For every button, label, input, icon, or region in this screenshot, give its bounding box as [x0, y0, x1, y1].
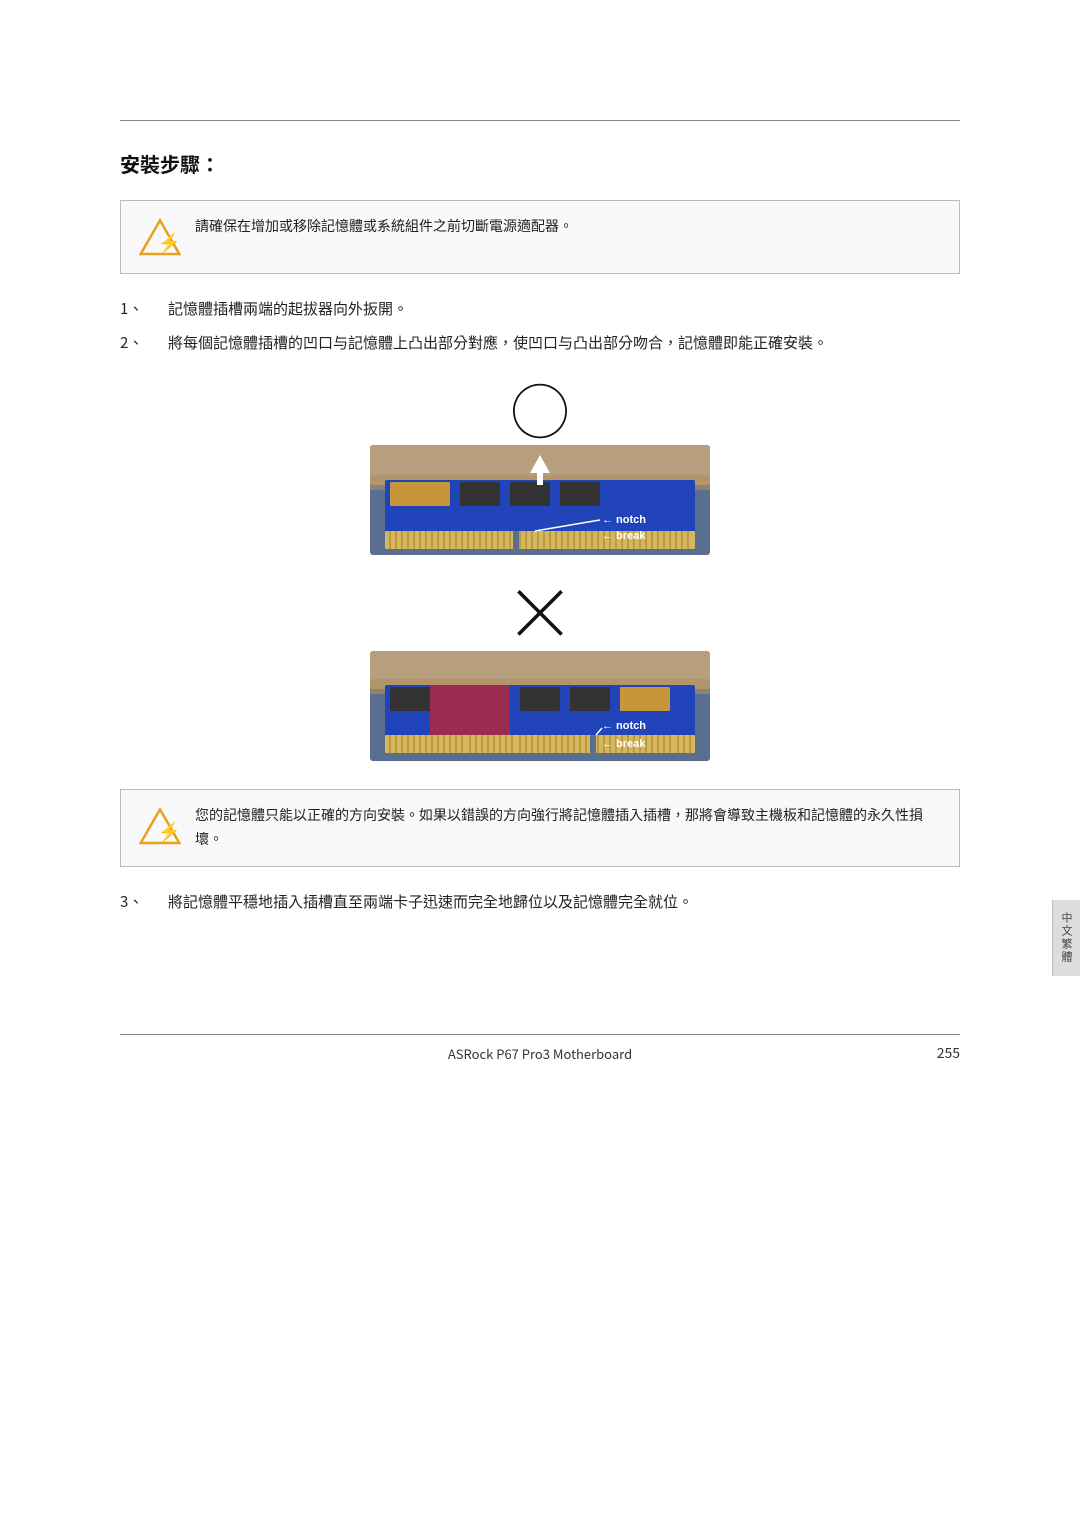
warning-icon-2: ⚡	[139, 806, 181, 848]
correct-image-block: ○	[120, 379, 960, 573]
svg-text:← notch: ← notch	[602, 720, 646, 732]
page: 安裝步驟： ⚡ 請確保在增加或移除記憶體或系統組件之前切斷電源適配器。 1、 記…	[0, 0, 1080, 1527]
side-tab-text: 中文繁體	[1059, 912, 1075, 964]
svg-text:← break: ← break	[602, 530, 646, 542]
step-3-text: 將記憶體平穩地插入插槽直至兩端卡子迅速而完全地歸位以及記憶體完全就位。	[168, 889, 960, 915]
step-2: 2、 將每個記憶體插槽的凹口与記憶體上凸出部分對應，使凹口与凸出部分吻合，記憶體…	[120, 330, 960, 356]
steps-list: 1、 記憶體插槽兩端的起拔器向外扳開。 2、 將每個記憶體插槽的凹口与記憶體上凸…	[120, 296, 960, 355]
side-tab: 中文繁體	[1052, 900, 1080, 976]
incorrect-image-block: ×	[120, 573, 960, 765]
step-1-text: 記憶體插槽兩端的起拔器向外扳開。	[168, 296, 960, 322]
footer-divider	[120, 1034, 960, 1035]
steps-list-3: 3、 將記憶體平穩地插入插槽直至兩端卡子迅速而完全地歸位以及記憶體完全就位。	[120, 889, 960, 915]
step-3-num: 3、	[120, 889, 160, 915]
correct-ram-image: ← notch ← break	[370, 445, 710, 555]
circle-symbol: ○	[510, 379, 570, 439]
step-2-num: 2、	[120, 330, 160, 356]
step-3: 3、 將記憶體平穩地插入插槽直至兩端卡子迅速而完全地歸位以及記憶體完全就位。	[120, 889, 960, 915]
footer-title: ASRock P67 Pro3 Motherboard	[150, 1044, 930, 1063]
warning-box-1: ⚡ 請確保在增加或移除記憶體或系統組件之前切斷電源適配器。	[120, 200, 960, 274]
warning-box-2: ⚡ 您的記憶體只能以正確的方向安裝。如果以錯誤的方向強行將記憶體插入插槽，那將會…	[120, 789, 960, 867]
section-title: 安裝步驟：	[120, 149, 960, 178]
step-1-num: 1、	[120, 296, 160, 322]
svg-text:← notch: ← notch	[602, 514, 646, 526]
svg-text:⚡: ⚡	[157, 229, 180, 255]
svg-text:⚡: ⚡	[157, 818, 180, 844]
footer-row: ASRock P67 Pro3 Motherboard 255	[120, 1043, 960, 1063]
svg-text:← break: ← break	[602, 738, 646, 750]
warning-icon-1: ⚡	[139, 217, 181, 259]
warning-text-1: 請確保在增加或移除記憶體或系統組件之前切斷電源適配器。	[195, 215, 573, 239]
footer-page: 255	[930, 1043, 960, 1063]
incorrect-ram-image: ← notch ← break	[370, 651, 710, 761]
step-1: 1、 記憶體插槽兩端的起拔器向外扳開。	[120, 296, 960, 322]
images-section: ○	[120, 379, 960, 765]
top-divider	[120, 120, 960, 121]
warning-text-2: 您的記憶體只能以正確的方向安裝。如果以錯誤的方向強行將記憶體插入插槽，那將會導致…	[195, 804, 941, 852]
step-2-text: 將每個記憶體插槽的凹口与記憶體上凸出部分對應，使凹口与凸出部分吻合，記憶體即能正…	[168, 330, 960, 356]
cross-symbol: ×	[504, 573, 576, 645]
